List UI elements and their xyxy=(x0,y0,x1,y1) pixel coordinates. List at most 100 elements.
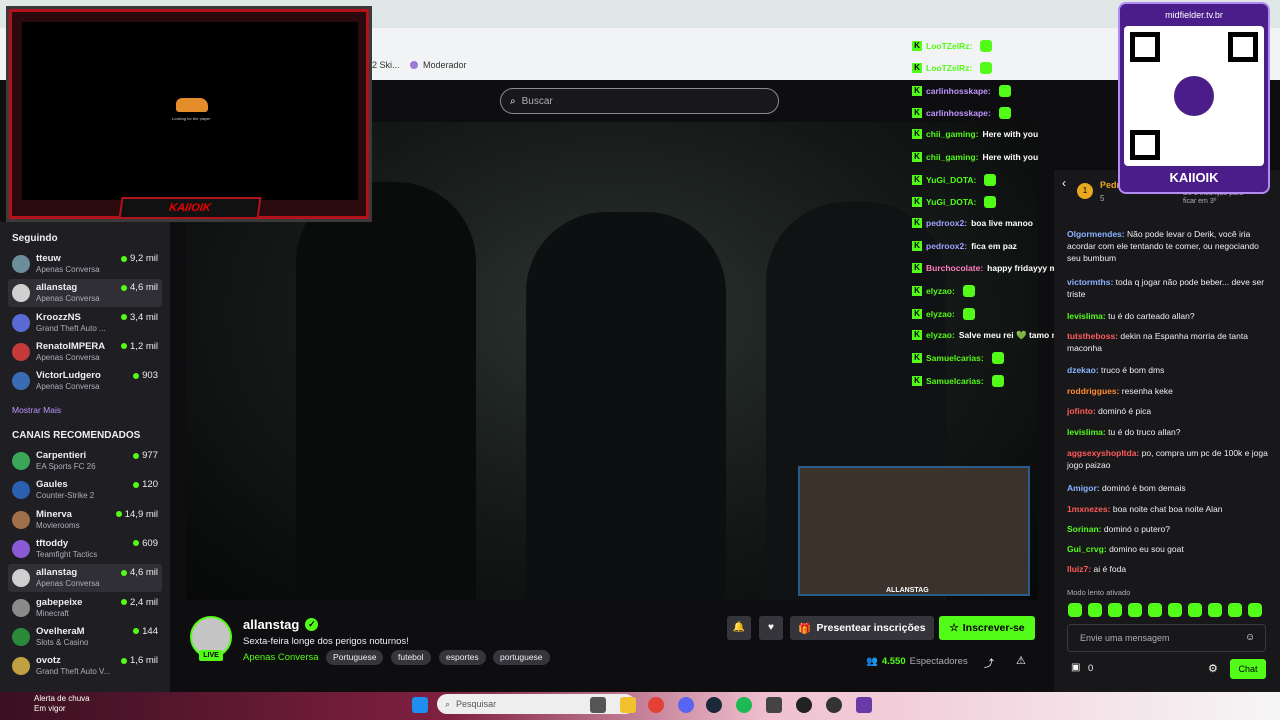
notification-bell-button[interactable]: 🔔 xyxy=(727,616,751,640)
live-dot-icon xyxy=(121,657,128,664)
viewer-count: 2,4 mil xyxy=(121,597,158,608)
chat-message: levislima: tu é do truco allan? xyxy=(1067,426,1273,438)
app-icon[interactable] xyxy=(766,697,782,713)
emote-icon[interactable] xyxy=(1188,603,1202,617)
kick-icon: K xyxy=(912,151,922,162)
taskbar-weather[interactable]: Alerta de chuva Em vigor xyxy=(34,694,90,714)
chat-username[interactable]: Gui_crvg: xyxy=(1067,544,1107,554)
sidebar-channel-gaules[interactable]: Gaules Counter-Strike 2 120 xyxy=(8,476,162,504)
chat-username[interactable]: Amigor: xyxy=(1067,483,1100,493)
sidebar-channel-gabepeixe[interactable]: gabepeixe Minecraft 2,4 mil xyxy=(8,594,162,622)
chat-message: victormths: toda q jogar não pode beber.… xyxy=(1067,276,1273,300)
app-icon[interactable] xyxy=(856,697,872,713)
emote-icon[interactable] xyxy=(1148,603,1162,617)
viewer-number: 9,2 mil xyxy=(130,253,158,264)
chat-username[interactable]: victormths: xyxy=(1067,277,1113,287)
chat-username[interactable]: lluiz7: xyxy=(1067,564,1091,574)
emote-icon[interactable] xyxy=(1128,603,1142,617)
chat-username[interactable]: Olgormendes: xyxy=(1067,229,1125,239)
task-view-icon[interactable] xyxy=(590,697,606,713)
sidebar-channel-victorludgero[interactable]: VictorLudgero Apenas Conversa 903 xyxy=(8,367,162,395)
chat-username[interactable]: tutstheboss: xyxy=(1067,331,1118,341)
emote-icon[interactable] xyxy=(1088,603,1102,617)
avatar xyxy=(12,569,30,588)
weather-alert-text: Alerta de chuva xyxy=(34,694,90,703)
follow-heart-button[interactable]: ♥ xyxy=(759,616,783,640)
live-dot-icon xyxy=(121,343,128,350)
subscribe-label: Inscrever-se xyxy=(962,622,1025,634)
taskbar xyxy=(0,692,1280,720)
chrome-icon[interactable] xyxy=(648,697,664,713)
chat-username[interactable]: levislima: xyxy=(1067,311,1106,321)
chat-username[interactable]: 1mxnezes: xyxy=(1067,504,1110,514)
chat-username[interactable]: roddriggues: xyxy=(1067,386,1119,396)
chat-username[interactable]: aggsexyshopltda: xyxy=(1067,448,1139,458)
chat-username[interactable]: Sorinan: xyxy=(1067,524,1101,534)
steam-icon[interactable] xyxy=(706,697,722,713)
overlay-chat-line: Kpedroox2: fica em paz xyxy=(912,240,1017,251)
bookmark-moderador[interactable]: Moderador xyxy=(410,60,467,70)
chat-send-button[interactable]: Chat xyxy=(1230,659,1266,679)
following-title: Seguindo xyxy=(12,233,58,244)
sidebar-channel-ovotz[interactable]: ovotz Grand Theft Auto V... 1,6 mil xyxy=(8,652,162,680)
chat-text: resenha keke xyxy=(1121,386,1173,396)
search-icon: ⌕ xyxy=(445,698,451,709)
chat-username[interactable]: jofinto: xyxy=(1067,406,1096,416)
stream-category[interactable]: Apenas Conversa xyxy=(243,652,319,663)
kick-icon: K xyxy=(912,107,922,118)
channel-name: allanstag xyxy=(36,567,78,579)
avatar xyxy=(12,284,30,303)
bookmark-item[interactable]: 2 Ski... xyxy=(372,60,400,70)
channel-name: KroozzNS xyxy=(36,311,81,323)
tag-futebol[interactable]: futebol xyxy=(391,650,431,665)
sidebar-channel-carpentieri[interactable]: Carpentieri EA Sports FC 26 977 xyxy=(8,447,162,475)
channel-category: Grand Theft Auto ... xyxy=(36,323,106,333)
chat-message: Amigor: dominó é bom demais xyxy=(1067,482,1273,494)
chat-username[interactable]: levislima: xyxy=(1067,427,1106,437)
sidebar-channel-allanstag[interactable]: allanstag Apenas Conversa 4,6 mil xyxy=(8,279,162,308)
chevron-left-icon[interactable]: ‹ xyxy=(1062,176,1066,190)
avatar xyxy=(12,452,30,470)
emote-icon[interactable] xyxy=(1208,603,1222,617)
windows-start-icon[interactable] xyxy=(412,697,428,713)
subscribe-button[interactable]: ☆ Inscrever-se xyxy=(939,616,1035,640)
emote-icon[interactable] xyxy=(1228,603,1242,617)
viewer-number: 1,6 mil xyxy=(130,655,158,667)
discord-icon[interactable] xyxy=(678,697,694,713)
sidebar-channel-ovelheram[interactable]: OvelheraM Slots & Casino 144 xyxy=(8,623,162,651)
viewer-number: 903 xyxy=(142,370,158,382)
viewer-count: 14,9 mil xyxy=(115,509,158,520)
tag-portuguese-lower[interactable]: portuguese xyxy=(493,650,550,665)
search-input[interactable]: ⌕ Buscar xyxy=(500,88,779,114)
emote-icon[interactable] xyxy=(1168,603,1182,617)
sidebar-channel-minerva[interactable]: Minerva Movierooms 14,9 mil xyxy=(8,506,162,534)
chat-message-input[interactable]: Envie uma mensagem xyxy=(1067,624,1266,652)
app-icon[interactable] xyxy=(826,697,842,713)
sidebar-channel-allanstag[interactable]: allanstag Apenas Conversa 4,6 mil xyxy=(8,564,162,593)
channel-name[interactable]: allanstag xyxy=(243,617,299,632)
stream-title: Sexta-feira longe dos perigos noturnos! xyxy=(243,636,409,647)
leaderboard-rank-icon: 1 xyxy=(1077,183,1093,199)
sidebar-channel-renatoimpera[interactable]: RenatoIMPERA Apenas Conversa 1,2 mil xyxy=(8,338,162,366)
emoji-icon[interactable]: ☺ xyxy=(1245,632,1255,643)
emote-icon[interactable] xyxy=(1108,603,1122,617)
kick-icon: K xyxy=(912,375,922,386)
sidebar-channel-tteuw[interactable]: tteuw Apenas Conversa 9,2 mil xyxy=(8,250,162,278)
spotify-icon[interactable] xyxy=(736,697,752,713)
qr-url: midfielder.tv.br xyxy=(1165,10,1223,20)
gift-subs-button[interactable]: 🎁 Presentear inscrições xyxy=(790,616,934,640)
tag-portuguese[interactable]: Portuguese xyxy=(326,650,384,665)
emote-icon[interactable] xyxy=(1068,603,1082,617)
emote-icon[interactable] xyxy=(1248,603,1262,617)
tag-esportes[interactable]: esportes xyxy=(439,650,486,665)
sidebar-channel-tftoddy[interactable]: tftoddy Teamfight Tactics 609 xyxy=(8,535,162,563)
show-more-link[interactable]: Mostrar Mais xyxy=(12,405,61,415)
sidebar-channel-kroozzns[interactable]: KroozzNS Grand Theft Auto ... 3,4 mil xyxy=(8,309,162,337)
report-icon[interactable]: ⚠ xyxy=(1016,654,1026,667)
file-explorer-icon[interactable] xyxy=(620,697,636,713)
share-icon[interactable]: ⤴ xyxy=(984,655,994,670)
obs-icon[interactable] xyxy=(796,697,812,713)
chat-username[interactable]: dzekao: xyxy=(1067,365,1099,375)
gear-icon[interactable]: ⚙ xyxy=(1208,662,1218,675)
avatar xyxy=(12,539,30,558)
